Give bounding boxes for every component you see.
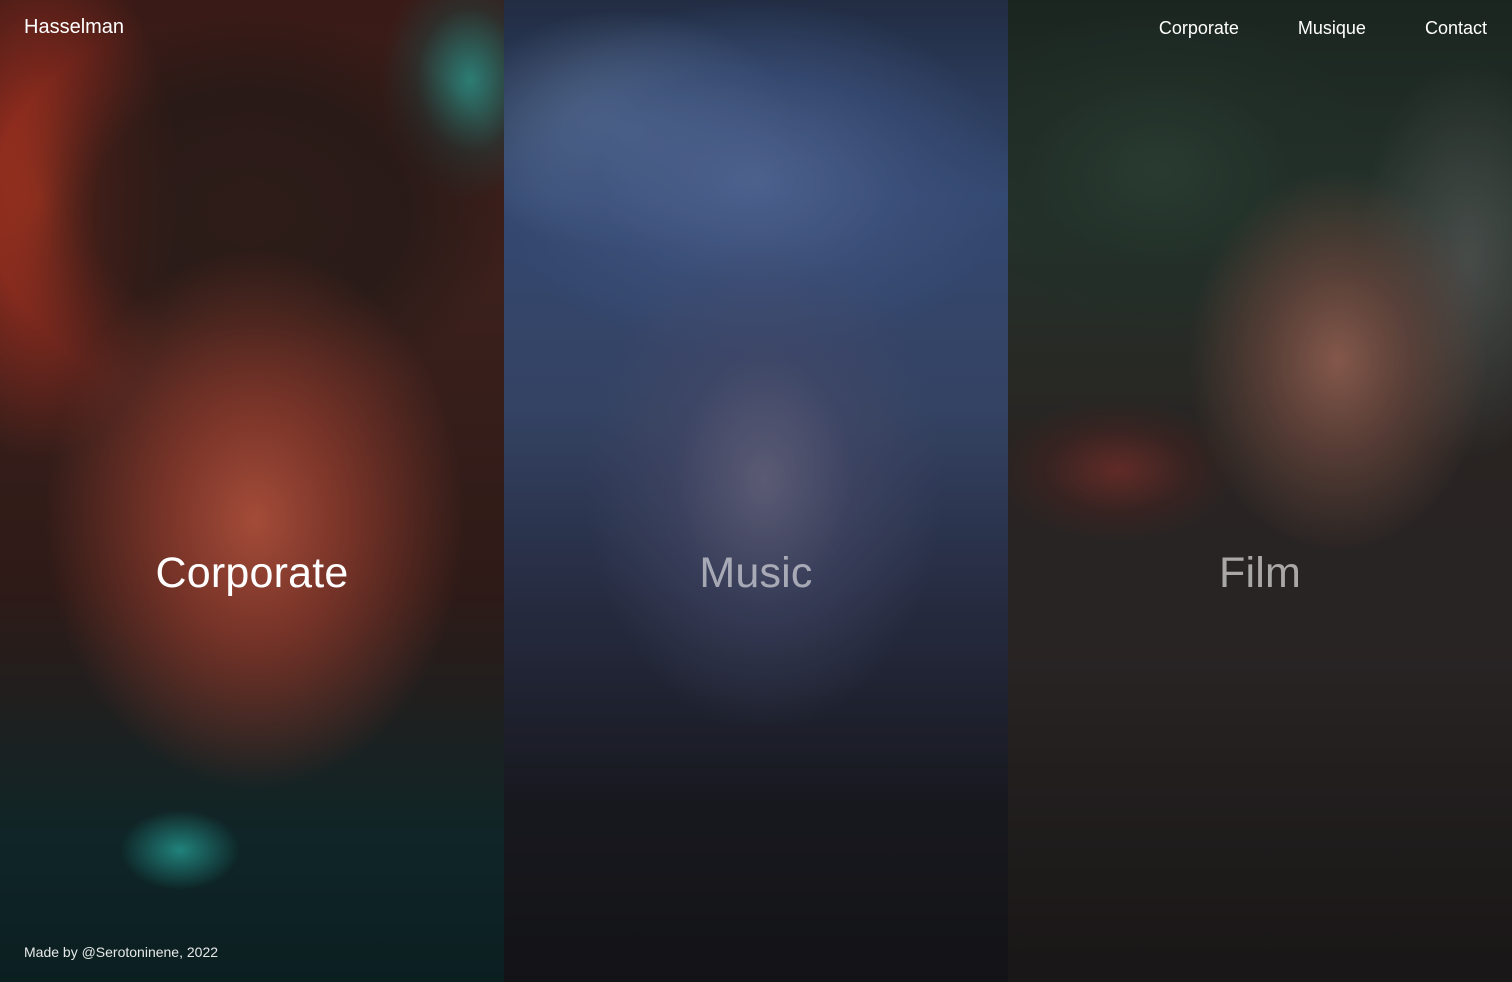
panel-corporate-label: Corporate [155,549,349,597]
panel-music[interactable]: Music [504,0,1008,982]
top-nav: Corporate Musique Contact [1159,15,1487,41]
panel-film-label: Film [1219,549,1301,597]
nav-link-contact[interactable]: Contact [1425,15,1487,41]
panel-corporate[interactable]: Corporate [0,0,504,982]
brand-logo-link[interactable]: Hasselman [24,14,124,40]
nav-link-musique[interactable]: Musique [1298,15,1366,41]
panel-music-label: Music [699,549,813,597]
panel-film[interactable]: Film [1008,0,1512,982]
footer-credit: Made by @Serotoninene, 2022 [24,944,219,960]
category-panels: Corporate Music Film [0,0,1512,982]
nav-link-corporate[interactable]: Corporate [1159,15,1239,41]
